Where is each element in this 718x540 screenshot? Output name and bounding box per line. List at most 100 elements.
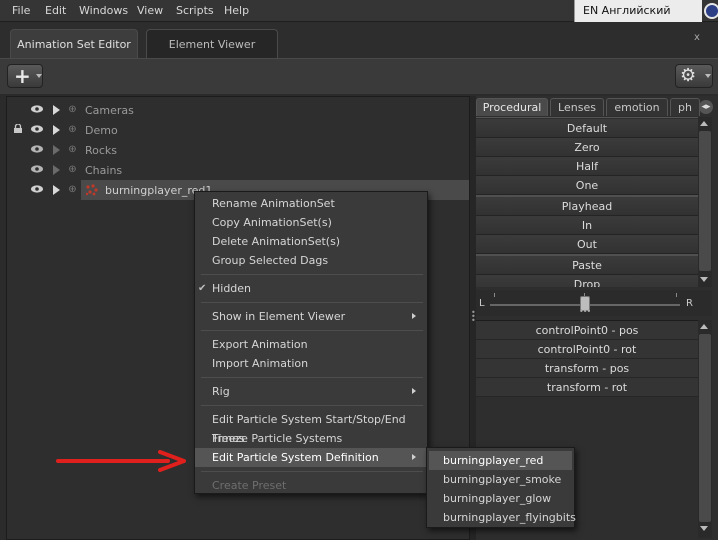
expand-icon[interactable]: ⊕: [68, 145, 77, 155]
add-button[interactable]: +: [7, 64, 43, 88]
expand-icon[interactable]: ⊕: [68, 105, 77, 115]
tree-item-label: Chains: [85, 164, 123, 177]
particle-system-icon: [85, 184, 98, 196]
preset-one[interactable]: One: [476, 176, 698, 195]
tab-animation-set-editor[interactable]: Animation Set Editor: [10, 29, 138, 58]
attribute-scrollbar[interactable]: [698, 320, 712, 538]
menu-group-selected-dags[interactable]: Group Selected Dags: [195, 251, 427, 270]
expand-icon[interactable]: ⊕: [68, 165, 77, 175]
tab-element-viewer[interactable]: Element Viewer: [146, 29, 278, 58]
select-arrow-icon[interactable]: [53, 145, 60, 155]
menu-freeze-particle-systems[interactable]: Freeze Particle Systems: [195, 429, 427, 448]
splitter-grip-icon[interactable]: • • •: [471, 309, 476, 325]
scroll-up-icon[interactable]: [700, 324, 708, 329]
submenu-burningplayer-flyingbits[interactable]: burningplayer_flyingbits: [429, 508, 576, 527]
menu-item-label: Import Animation: [212, 357, 309, 370]
menu-show-in-element-viewer[interactable]: Show in Element Viewer: [195, 307, 427, 326]
expand-icon[interactable]: ⊕: [68, 125, 77, 135]
preset-playhead[interactable]: Playhead: [476, 197, 698, 216]
menu-item-label: Copy AnimationSet(s): [212, 216, 332, 229]
scroll-up-icon[interactable]: [700, 121, 708, 126]
eye-icon[interactable]: [31, 145, 43, 153]
tab-emotion[interactable]: emotion: [606, 98, 668, 116]
menu-copy-animationset[interactable]: Copy AnimationSet(s): [195, 213, 427, 232]
slider-tick: [494, 293, 495, 297]
lock-icon[interactable]: [13, 124, 23, 133]
settings-button[interactable]: ⚙: [675, 64, 713, 88]
preset-paste[interactable]: Paste: [476, 256, 698, 275]
tree-item-label: Cameras: [85, 104, 134, 117]
annotation-arrow-icon: [56, 450, 186, 472]
menu-export-animation[interactable]: Export Animation: [195, 335, 427, 354]
eye-icon[interactable]: [31, 165, 43, 173]
menu-hidden[interactable]: ✔ Hidden: [195, 279, 427, 298]
menu-scripts[interactable]: Scripts: [176, 4, 214, 17]
menu-delete-animationset[interactable]: Delete AnimationSet(s): [195, 232, 427, 251]
context-menu: Rename AnimationSet Copy AnimationSet(s)…: [194, 191, 428, 494]
preset-in[interactable]: In: [476, 216, 698, 235]
menu-rename-animationset[interactable]: Rename AnimationSet: [195, 194, 427, 213]
menu-edit[interactable]: Edit: [45, 4, 66, 17]
tab-lenses[interactable]: Lenses: [550, 98, 604, 116]
scroll-down-icon[interactable]: [700, 526, 708, 531]
eye-icon[interactable]: [31, 105, 43, 113]
tab-ph[interactable]: ph: [670, 98, 700, 116]
preset-default[interactable]: Default: [476, 119, 698, 138]
select-arrow-icon[interactable]: [53, 105, 60, 115]
attribute-item[interactable]: controlPoint0 - rot: [476, 340, 698, 359]
menu-item-label: Edit Particle System Definition: [212, 451, 379, 464]
language-indicator[interactable]: EN Английский (США): [574, 0, 702, 39]
select-arrow-icon[interactable]: [53, 125, 60, 135]
menu-file[interactable]: File: [12, 4, 30, 17]
preset-out[interactable]: Out: [476, 235, 698, 254]
attribute-item[interactable]: controlPoint0 - pos: [476, 321, 698, 340]
eye-icon[interactable]: [31, 185, 43, 193]
menu-separator: [201, 377, 423, 378]
menu-windows[interactable]: Windows: [79, 4, 128, 17]
submenu-burningplayer-smoke[interactable]: burningplayer_smoke: [429, 470, 572, 489]
expand-icon[interactable]: ⊕: [68, 185, 77, 195]
eye-icon[interactable]: [31, 125, 43, 133]
preset-zero[interactable]: Zero: [476, 138, 698, 157]
slider-grip-icon: •••: [579, 307, 591, 316]
chevron-down-icon: [36, 74, 42, 78]
preset-drop[interactable]: Drop: [476, 275, 698, 287]
language-icon[interactable]: [704, 3, 718, 19]
tab-bar: Animation Set Editor Element Viewer: [0, 22, 718, 58]
submenu-arrow-icon: [412, 388, 416, 394]
menu-separator: [201, 274, 423, 275]
tree-row-rocks[interactable]: ⊕ Rocks: [7, 140, 469, 160]
scroll-down-icon[interactable]: [700, 277, 708, 282]
menu-create-preset: Create Preset: [195, 476, 427, 495]
tab-scroll-icon[interactable]: ◂▸: [699, 100, 713, 114]
menu-rig[interactable]: Rig: [195, 382, 427, 401]
close-icon[interactable]: x: [694, 32, 700, 43]
tree-row-cameras[interactable]: ⊕ Cameras: [7, 100, 469, 120]
tree-row-chains[interactable]: ⊕ Chains: [7, 160, 469, 180]
submenu-burningplayer-red[interactable]: burningplayer_red: [429, 451, 572, 470]
menu-item-label: Export Animation: [212, 338, 308, 351]
tree-row-demo[interactable]: ⊕ Demo: [7, 120, 469, 140]
select-arrow-icon[interactable]: [53, 185, 60, 195]
attribute-item[interactable]: transform - rot: [476, 378, 698, 397]
preset-half[interactable]: Half: [476, 157, 698, 176]
menu-edit-particle-times[interactable]: Edit Particle System Start/Stop/End Time…: [195, 410, 427, 445]
tab-procedural[interactable]: Procedural: [476, 98, 548, 116]
balance-slider[interactable]: L ••• R: [476, 290, 712, 316]
menu-item-label: Group Selected Dags: [212, 254, 329, 267]
toolbar: + ⚙: [0, 58, 718, 94]
gear-icon: ⚙: [680, 65, 697, 86]
menu-edit-particle-definition[interactable]: Edit Particle System Definition: [195, 448, 427, 467]
menu-view[interactable]: View: [137, 4, 163, 17]
attribute-item[interactable]: transform - pos: [476, 359, 698, 378]
menu-item-label: Show in Element Viewer: [212, 310, 346, 323]
preset-scrollbar[interactable]: [698, 117, 712, 287]
menu-import-animation[interactable]: Import Animation: [195, 354, 427, 373]
scrollbar-thumb[interactable]: [699, 131, 711, 271]
scrollbar-thumb[interactable]: [699, 334, 711, 522]
submenu-burningplayer-glow[interactable]: burningplayer_glow: [429, 489, 572, 508]
menu-separator: [201, 471, 423, 472]
menu-help[interactable]: Help: [224, 4, 249, 17]
menu-separator: [201, 302, 423, 303]
select-arrow-icon[interactable]: [53, 165, 60, 175]
